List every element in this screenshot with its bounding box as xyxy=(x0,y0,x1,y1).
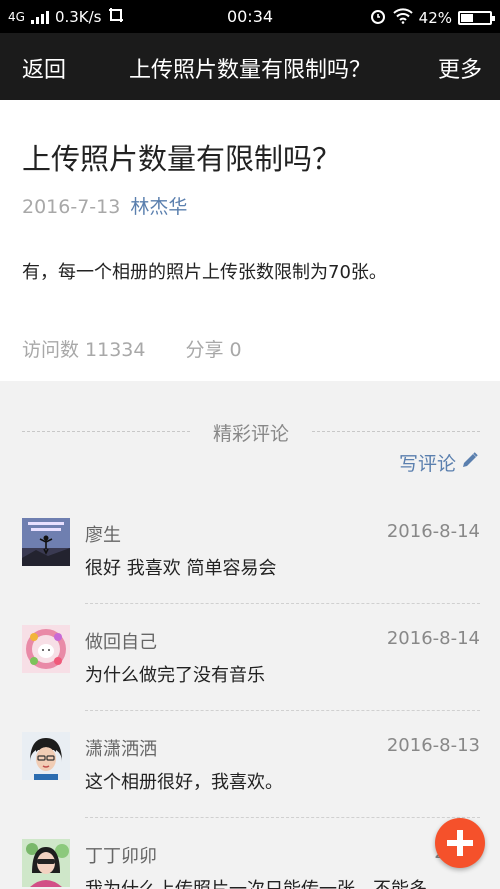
comment-date: 2016-8-14 xyxy=(386,628,480,649)
comment-text: 我为什么上传照片一次只能传一张，不能多 xyxy=(85,875,427,889)
battery-icon xyxy=(458,11,495,25)
comments-header: 精彩评论 xyxy=(22,416,480,446)
article-title: 上传照片数量有限制吗？ xyxy=(22,142,342,176)
author-link[interactable]: 林杰华 xyxy=(130,196,187,218)
article-meta: 2016-7-13 林杰华 xyxy=(22,192,187,219)
comment-author[interactable]: 丁丁卯卯 xyxy=(85,842,157,868)
write-comment-button[interactable]: 写评论 xyxy=(399,449,480,476)
comment-text: 为什么做完了没有音乐 xyxy=(85,665,265,686)
status-bar: 4G 0.3K/s 00:34 42% xyxy=(0,0,500,33)
article-body: 有，每一个相册的照片上传张数限制为70张。 xyxy=(22,262,387,283)
avatar[interactable] xyxy=(22,732,70,780)
more-button[interactable]: 更多 xyxy=(438,52,482,84)
comment-author[interactable]: 廖生 xyxy=(85,521,121,547)
write-comment-label: 写评论 xyxy=(398,453,456,475)
header-divider-right xyxy=(312,431,480,432)
alarm-icon xyxy=(369,7,387,29)
comment-date: 2016-8-13 xyxy=(386,735,480,756)
comment-divider xyxy=(85,710,480,711)
battery-percent: 42% xyxy=(418,9,452,27)
comment-text: 很好 我喜欢 简单容易会 xyxy=(85,558,277,579)
status-right: 42% xyxy=(369,7,495,29)
comment-divider xyxy=(85,817,480,818)
avatar[interactable] xyxy=(22,839,70,887)
comments-heading: 精彩评论 xyxy=(212,423,289,445)
share-count[interactable]: 分享 0 xyxy=(185,339,241,361)
comment-date: 2016-8-14 xyxy=(386,521,480,542)
comment-author[interactable]: 潇潇洒洒 xyxy=(85,735,157,761)
add-fab-button[interactable] xyxy=(435,818,485,868)
avatar[interactable] xyxy=(22,625,70,673)
battery-fill xyxy=(461,14,473,22)
nav-bar: 返回 上传照片数量有限制吗？ 更多 xyxy=(0,33,500,100)
avatar[interactable] xyxy=(22,518,70,566)
nav-title: 上传照片数量有限制吗？ xyxy=(128,58,371,83)
article-stats: 访问数 11334 分享 0 xyxy=(22,335,242,362)
wifi-icon xyxy=(392,8,413,28)
pencil-icon xyxy=(460,450,480,475)
article-card: 上传照片数量有限制吗？ 2016-7-13 林杰华 有，每一个相册的照片上传张数限… xyxy=(0,100,500,381)
comment-text: 这个相册很好，我喜欢。 xyxy=(85,772,283,793)
comment-divider xyxy=(85,603,480,604)
visit-count: 访问数 11334 xyxy=(22,339,146,361)
article-date: 2016-7-13 xyxy=(22,196,121,218)
comment-author[interactable]: 做回自己 xyxy=(85,628,157,654)
